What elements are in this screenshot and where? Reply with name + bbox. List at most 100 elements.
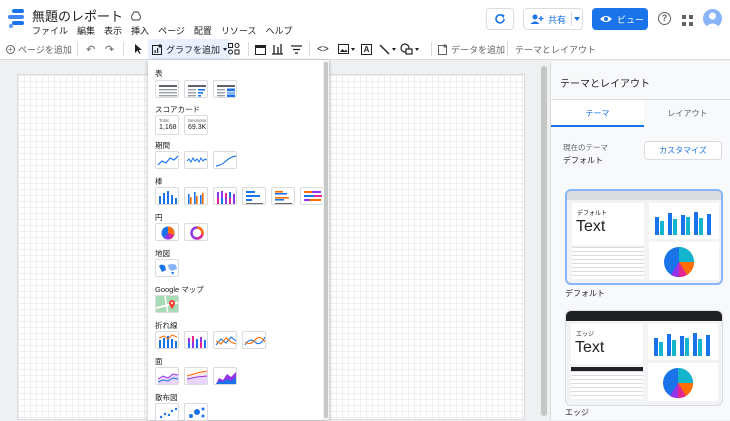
chart-column[interactable]	[155, 187, 179, 205]
menu-file[interactable]: ファイル	[32, 24, 68, 37]
theme-card-edge[interactable]: エッジ Text	[565, 310, 723, 406]
shapes-icon	[400, 43, 413, 55]
share-dropdown-icon[interactable]	[574, 17, 580, 21]
theme-caption: デフォルト	[565, 289, 605, 298]
section-scorecard: スコアカード	[155, 105, 200, 114]
chart-stacked-column[interactable]	[213, 187, 237, 205]
help-icon[interactable]: ?	[658, 12, 671, 25]
tab-theme[interactable]: テーマ	[551, 100, 644, 127]
chart-combo[interactable]	[155, 331, 179, 349]
chevron-down-icon	[223, 47, 228, 51]
shape-button[interactable]	[400, 38, 419, 60]
account-avatar[interactable]	[703, 9, 722, 28]
shape-dropdown-icon	[415, 47, 419, 51]
filter-icon	[291, 44, 302, 54]
filter-button[interactable]	[291, 38, 302, 60]
theme-layout-button[interactable]: テーマとレイアウト	[515, 38, 596, 60]
undo-icon: ↶	[86, 43, 96, 56]
cursor-icon	[134, 44, 142, 54]
scorecard-label: Sessions	[188, 118, 207, 123]
undo-button[interactable]: ↶	[86, 38, 95, 60]
chart-time-series[interactable]	[155, 151, 179, 169]
menu-page[interactable]: ページ	[158, 24, 185, 37]
line-button[interactable]	[379, 38, 396, 60]
chart-area[interactable]	[155, 367, 179, 385]
add-page-label: ページを追加	[18, 44, 72, 55]
chart-smoothed-time-series[interactable]	[213, 151, 237, 169]
chart-sparkline[interactable]	[184, 151, 208, 169]
chart-bubble[interactable]	[184, 403, 208, 421]
menu-view[interactable]: 表示	[104, 24, 122, 37]
community-viz-button[interactable]	[228, 38, 240, 60]
chart-geo-map[interactable]	[155, 259, 179, 277]
control-button[interactable]	[272, 38, 283, 60]
chart-scatter[interactable]	[155, 403, 179, 421]
add-chart-button[interactable]: グラフを追加	[148, 39, 232, 59]
add-person-icon	[530, 14, 544, 24]
section-line: 折れ線	[155, 321, 178, 330]
chart-stacked-area[interactable]	[184, 367, 208, 385]
refresh-icon	[495, 14, 505, 24]
apps-grid-icon[interactable]	[682, 13, 693, 26]
section-google-maps: Google マップ	[155, 285, 204, 294]
view-button[interactable]: ビュー	[592, 8, 648, 30]
control-icon	[272, 43, 283, 55]
section-scatter: 散布図	[155, 393, 178, 402]
chart-table-heatmap[interactable]	[213, 80, 237, 98]
redo-button[interactable]: ↷	[105, 38, 114, 60]
scorecard-value: 69.3K	[188, 124, 207, 131]
chart-google-maps[interactable]	[155, 295, 179, 313]
line-icon	[379, 44, 390, 54]
chart-bar[interactable]	[242, 187, 266, 205]
add-page-button[interactable]: + ページを追加	[6, 38, 72, 60]
chart-donut[interactable]	[184, 223, 208, 241]
current-theme-label: 現在のテーマ	[563, 143, 608, 152]
right-panel-scrollbar[interactable]	[541, 66, 547, 416]
text-box-icon: A	[361, 43, 372, 55]
add-chart-label: グラフを追加	[166, 44, 221, 55]
chart-smoothed-line[interactable]	[242, 331, 266, 349]
theme-pie-preview	[664, 247, 695, 278]
chart-stacked-combo[interactable]	[184, 331, 208, 349]
add-data-icon	[438, 43, 447, 55]
chart-line[interactable]	[213, 331, 237, 349]
menu-edit[interactable]: 編集	[77, 24, 95, 37]
text-button[interactable]: A	[361, 38, 372, 60]
theme-header: エッジ	[576, 332, 595, 338]
looker-studio-logo[interactable]	[8, 9, 26, 29]
menu-arrange[interactable]: 配置	[194, 24, 212, 37]
panel-title: テーマとレイアウト	[560, 79, 650, 90]
menu-insert[interactable]: 挿入	[131, 24, 149, 37]
line-dropdown-icon	[392, 47, 396, 51]
menu-resource[interactable]: リソース	[221, 24, 257, 37]
refresh-button[interactable]	[486, 8, 514, 30]
chart-100-area[interactable]	[213, 367, 237, 385]
menu-help[interactable]: ヘルプ	[265, 24, 292, 37]
chart-grouped-bar[interactable]	[271, 187, 295, 205]
add-data-label: データを追加	[451, 44, 506, 55]
menu-scroll-thumb[interactable]	[324, 62, 328, 418]
report-title[interactable]: 無題のレポート	[32, 6, 123, 25]
share-button[interactable]: 共有	[523, 8, 583, 30]
select-button[interactable]	[130, 38, 147, 60]
chart-scorecard-sessions[interactable]: Sessions 69.3K	[184, 115, 208, 135]
image-icon	[338, 44, 349, 54]
theme-sample-text: Text	[576, 218, 606, 235]
image-button[interactable]	[338, 38, 355, 60]
chart-grouped-column[interactable]	[184, 187, 208, 205]
theme-sample-text: Text	[575, 339, 605, 356]
chart-table[interactable]	[155, 80, 179, 98]
date-range-button[interactable]	[255, 38, 266, 60]
add-data-button[interactable]: データを追加	[438, 38, 505, 60]
chart-pie[interactable]	[155, 223, 179, 241]
chart-table-bars[interactable]	[184, 80, 208, 98]
theme-card-default[interactable]: デフォルト Text	[565, 189, 723, 285]
tab-layout[interactable]: レイアウト	[644, 100, 730, 127]
embed-button[interactable]: <>	[317, 38, 329, 60]
chart-scorecard-total[interactable]: Total 1,168	[155, 115, 179, 135]
menu-scrollbar[interactable]	[323, 60, 329, 420]
customize-button[interactable]: カスタマイズ	[644, 141, 722, 160]
chart-stacked-bar[interactable]	[300, 187, 324, 205]
theme-bar-preview	[654, 333, 710, 356]
theme-header: デフォルト	[577, 211, 608, 217]
